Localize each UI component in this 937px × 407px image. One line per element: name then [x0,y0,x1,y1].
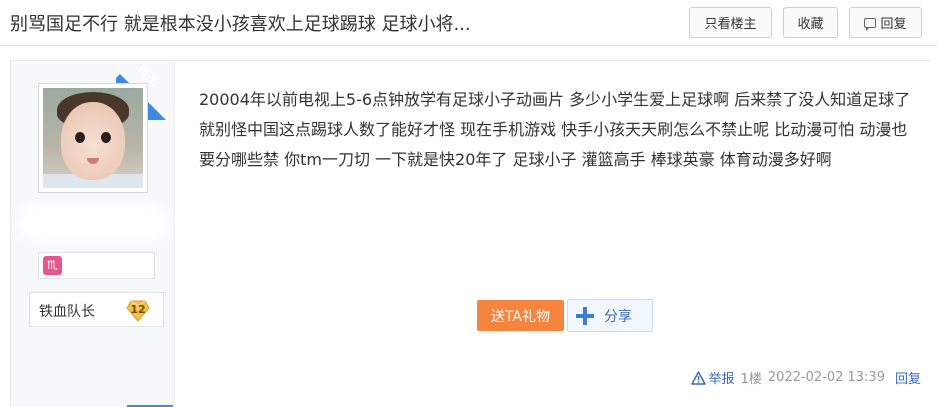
send-gift-button[interactable]: 送TA礼物 [477,300,564,331]
post-footer: 举报 1楼 2022-02-02 13:39 回复 [690,368,921,387]
only-owner-label: 只看楼主 [704,17,757,32]
comment-icon [864,17,877,31]
thread-header: 别骂国足不行 就是根本没小孩喜欢上足球踢球 足球小将... 只看楼主 收藏 回复 [0,0,937,46]
level-title: 铁血队长 [39,304,95,320]
reply-link[interactable]: 回复 [895,368,921,387]
plus-icon [576,306,594,325]
post-floor-1: 楼主 ♏ 铁血队长 12 20004年以前电视上5-6点钟放学有足球小子动画片 … [10,60,931,407]
favorite-label: 收藏 [797,17,824,32]
thread-title: 别骂国足不行 就是根本没小孩喜欢上足球踢球 足球小将... [10,14,471,35]
only-owner-button[interactable]: 只看楼主 [689,7,772,38]
floor-number: 1楼 [740,372,762,387]
share-label: 分享 [604,308,632,325]
avatar-frame[interactable] [38,83,148,193]
avatar[interactable] [43,88,143,188]
report-label: 举报 [708,372,735,387]
post-datetime: 2022-02-02 13:39 [767,370,885,385]
favorite-button[interactable]: 收藏 [783,7,838,38]
reply-label: 回复 [880,17,907,32]
post-text: 20004年以前电视上5-6点钟放学有足球小子动画片 多少小学生爱上足球啊 后来… [199,90,911,169]
post-content-area: 20004年以前电视上5-6点钟放学有足球小子动画片 多少小学生爱上足球啊 后来… [175,61,931,407]
send-gift-label: 送TA礼物 [490,308,551,325]
share-button[interactable]: 分享 [567,299,653,332]
user-badge-row: ♏ [38,252,155,279]
level-number: 12 [130,303,145,316]
username-blurred [23,211,163,235]
author-sidebar: 楼主 ♏ 铁血队长 12 [11,61,176,407]
user-level-row[interactable]: 铁血队长 12 [29,292,164,327]
warning-icon [690,370,706,385]
report-link[interactable]: 举报 [690,368,735,387]
reply-button[interactable]: 回复 [849,7,922,38]
level-badge-icon: 12 [126,300,150,322]
scorpio-icon[interactable]: ♏ [43,256,62,275]
